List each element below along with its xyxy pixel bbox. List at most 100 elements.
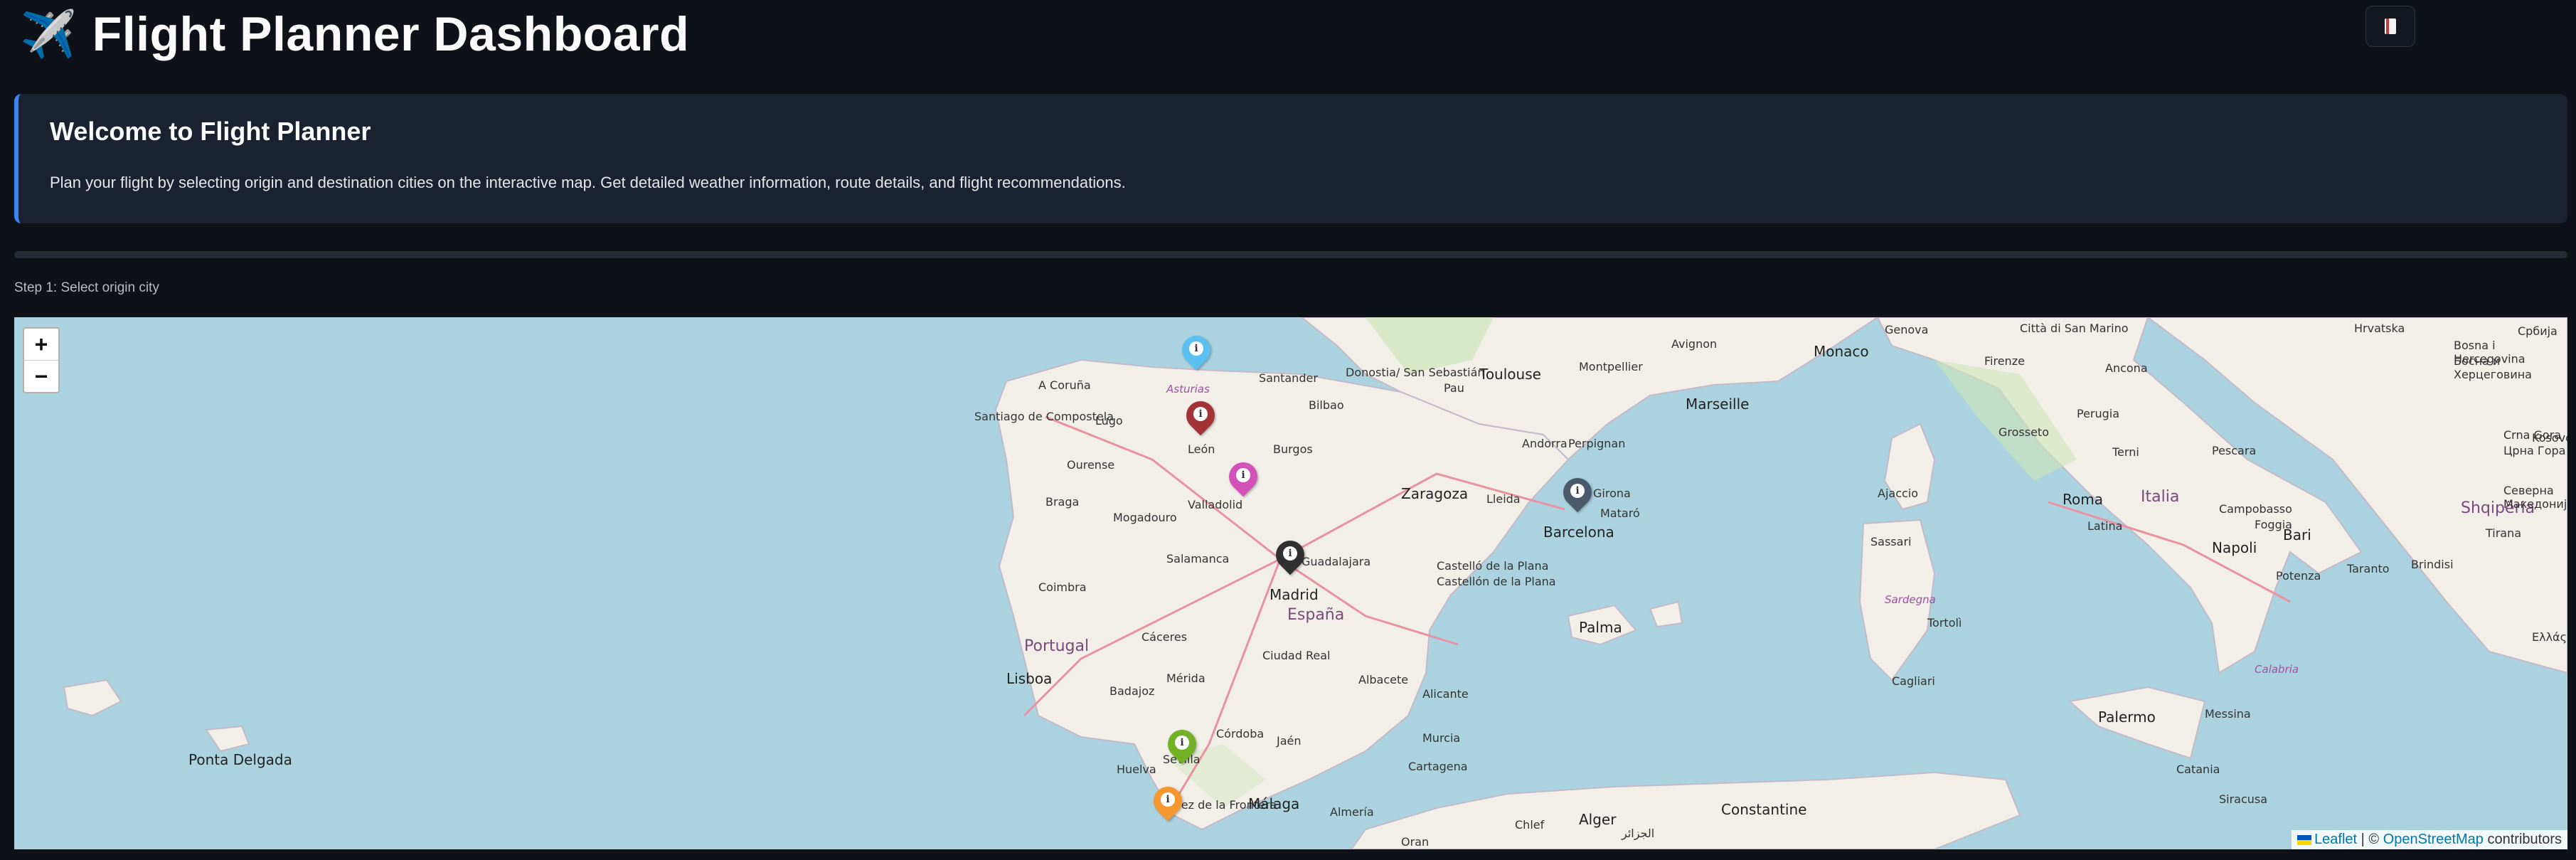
map-label: Brindisi [2411,558,2454,571]
map-label: Босна и Херцеговина [2454,354,2532,381]
attribution-separator: | © [2357,832,2383,847]
city-marker-valladolid[interactable]: i [1223,456,1264,504]
osm-link[interactable]: OpenStreetMap [2383,832,2484,847]
map-attribution: Leaflet | © OpenStreetMap contributors [2292,830,2567,849]
city-marker-barcelona[interactable]: i [1557,472,1598,519]
map-label: Constantine [1721,801,1807,818]
map-label: Asturias [1166,383,1210,396]
info-icon: i [1189,341,1203,356]
map-label: Avignon [1671,337,1718,351]
map-label: Guadalajara [1302,555,1371,568]
map-label: Madrid [1270,586,1319,603]
city-marker-sevilla[interactable]: i [1161,723,1203,771]
map-label: Chlef [1515,818,1545,832]
info-icon: i [1283,546,1297,561]
map-label: Santander [1259,371,1318,385]
city-marker-cadiz[interactable]: i [1147,780,1188,828]
map-label: Monaco [1814,343,1869,360]
map-label: Hrvatska [2354,322,2405,335]
map-label: Calabria [2255,663,2299,676]
map-label: Tirana [2486,526,2522,540]
map-label: León [1188,442,1215,456]
map-label: Città di San Marino [2020,322,2129,335]
map-label: Terni [2112,445,2139,459]
map-label: Braga [1045,495,1080,509]
map-label: Tortolì [1927,616,1962,630]
map-label: Sardegna [1885,593,1936,606]
map-label: Lugo [1095,414,1123,428]
page-title: Flight Planner Dashboard [92,7,690,61]
map-label: Mérida [1166,671,1205,685]
map-label: Palermo [2098,708,2156,726]
title-group: ✈️ Flight Planner Dashboard [20,6,689,63]
map-label: Salamanca [1166,552,1230,566]
info-icon: i [1161,792,1175,807]
welcome-card: Welcome to Flight Planner Plan your flig… [14,94,2567,223]
map-label: Црна Гора [2503,444,2566,457]
map-label: Toulouse [1479,366,1541,383]
airplane-icon: ✈️ [20,9,77,60]
map-label: Albacete [1358,673,1409,686]
map-label: Badajoz [1109,684,1155,698]
map-label: Alicante [1422,687,1469,701]
map-label: Castellón de la Plana [1437,575,1556,588]
map-label: Bilbao [1309,398,1344,412]
map-label: Pescara [2212,444,2257,457]
map-label: Latina [2087,519,2123,533]
map-label: Coimbra [1038,580,1087,594]
map-label: Ελλάς [2532,630,2567,644]
city-marker-gijon[interactable]: i [1176,329,1217,377]
info-icon: i [1175,736,1189,750]
map-label: Lisboa [1006,670,1053,687]
info-icon: i [1236,468,1250,482]
map-label: Grosseto [1998,425,2049,439]
map-label: Cartagena [1408,760,1468,773]
deploy-button[interactable] [2365,6,2415,47]
map-label: Taranto [2347,562,2390,575]
info-icon: i [1193,407,1208,421]
map-label: Andorra [1522,437,1568,450]
map-label: Murcia [1422,731,1461,745]
zoom-out-button[interactable]: − [24,361,58,392]
map-label: Ajaccio [1878,487,1919,500]
map-label: Huelva [1117,763,1156,776]
map-label: Perugia [2077,407,2120,420]
map-label: Cagliari [1892,674,1935,688]
map-label: Pau [1444,381,1464,395]
map-label: Jaén [1277,734,1302,748]
map-label: Zaragoza [1401,485,1469,502]
map-label: Genova [1885,323,1929,336]
map-label: Perpignan [1568,437,1626,450]
book-icon [2385,18,2396,34]
map-label: Almería [1330,805,1374,819]
map-label: Firenze [1984,354,2025,368]
map-label: Mogadouro [1113,511,1177,524]
ukraine-flag-icon [2297,834,2312,845]
info-icon: i [1570,484,1585,498]
interactive-map[interactable]: Genova Monaco Città di San Marino Hrvats… [14,317,2567,849]
leaflet-link[interactable]: Leaflet [2314,832,2357,847]
map-label: Portugal [1024,637,1090,655]
attribution-suffix: contributors [2483,832,2562,847]
map-label: Ciudad Real [1262,649,1331,662]
map-label: Burgos [1273,442,1313,456]
map-label: Messina [2205,707,2251,721]
zoom-control: + − [23,327,60,393]
map-label: Северна Македонија [2503,484,2567,511]
map-label: Napoli [2212,539,2257,556]
map-label: Ancona [2105,361,2148,375]
map-label: Mataró [1600,506,1640,520]
map-label: Girona [1593,487,1631,500]
map-label: Catania [2176,763,2220,776]
map-label: Italia [2141,488,2180,506]
map-label: Ourense [1067,458,1115,472]
map-label: Donostia/ San Sebastián [1346,366,1485,379]
app-header: ✈️ Flight Planner Dashboard [0,0,2576,71]
map-label: Santiago de Compostela [974,410,1114,423]
map-label: Србија [2518,324,2558,338]
city-marker-madrid[interactable]: i [1270,534,1311,582]
map-label: España [1287,606,1345,624]
map-label: Sassari [1870,535,1912,548]
city-marker-leon[interactable]: i [1180,395,1221,442]
zoom-in-button[interactable]: + [24,329,58,361]
